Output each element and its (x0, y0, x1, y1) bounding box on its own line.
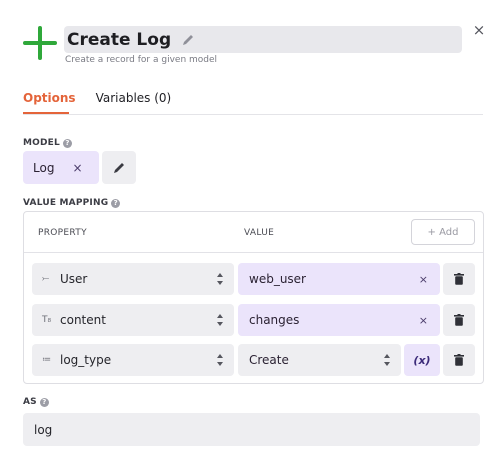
page-title: Create Log (67, 29, 172, 50)
value-select[interactable]: Create (238, 344, 401, 376)
as-input[interactable]: log (23, 413, 480, 446)
value-mapping-section-label: VALUE MAPPING ? (23, 198, 121, 208)
value-mapping-label: VALUE MAPPING (23, 198, 109, 208)
header-divider (24, 252, 483, 253)
trash-icon (454, 354, 464, 366)
text-type-icon: T₈ (42, 315, 52, 325)
sort-arrows-icon (384, 354, 390, 366)
help-icon[interactable]: ? (111, 198, 121, 208)
sort-arrows-icon (217, 354, 223, 366)
property-name: User (60, 272, 88, 286)
property-select[interactable]: ≔ log_type (32, 344, 234, 376)
variable-toggle-button[interactable]: (x) (404, 344, 440, 376)
trash-icon (454, 273, 464, 285)
tab-divider (23, 114, 483, 115)
delete-row-button[interactable] (443, 263, 475, 295)
pencil-icon (114, 162, 124, 173)
delete-row-button[interactable] (443, 304, 475, 336)
tab-options[interactable]: Options (23, 91, 76, 105)
value-text: changes (249, 313, 300, 327)
value-column-header: VALUE (244, 228, 275, 238)
as-section-label: AS ? (23, 397, 49, 407)
value-variable-chip[interactable]: changes × (238, 304, 440, 336)
tab-variables[interactable]: Variables (0) (96, 91, 172, 105)
pencil-icon[interactable] (181, 33, 195, 47)
title-input[interactable]: Create Log (64, 26, 462, 53)
model-label: MODEL (23, 138, 60, 148)
model-value: Log (33, 160, 55, 175)
value-text: web_user (249, 272, 306, 286)
page-subtitle: Create a record for a given model (65, 55, 218, 65)
as-label: AS (23, 397, 37, 407)
property-name: content (60, 313, 106, 327)
tab-bar: Options Variables (0) (23, 91, 171, 105)
clear-value-icon[interactable]: × (419, 273, 428, 286)
property-select[interactable]: ⤚ User (32, 263, 234, 295)
relation-type-icon: ⤚ (42, 274, 50, 284)
as-value: log (34, 422, 53, 437)
sort-arrows-icon (217, 314, 223, 326)
list-type-icon: ≔ (42, 355, 51, 365)
help-icon[interactable]: ? (39, 397, 49, 407)
model-chip[interactable]: Log × (23, 151, 99, 184)
value-text: Create (249, 353, 289, 367)
edit-model-button[interactable] (102, 151, 136, 184)
trash-icon (454, 314, 464, 326)
model-section-label: MODEL ? (23, 138, 72, 148)
property-name: log_type (60, 353, 112, 367)
close-icon[interactable]: × (471, 22, 487, 38)
add-mapping-button[interactable]: + Add (411, 219, 475, 245)
clear-value-icon[interactable]: × (419, 314, 428, 327)
value-variable-chip[interactable]: web_user × (238, 263, 440, 295)
property-column-header: PROPERTY (38, 228, 87, 238)
plus-icon (23, 26, 57, 60)
delete-row-button[interactable] (443, 344, 475, 376)
help-icon[interactable]: ? (62, 138, 72, 148)
remove-model-icon[interactable]: × (72, 161, 82, 175)
property-select[interactable]: T₈ content (32, 304, 234, 336)
sort-arrows-icon (217, 273, 223, 285)
